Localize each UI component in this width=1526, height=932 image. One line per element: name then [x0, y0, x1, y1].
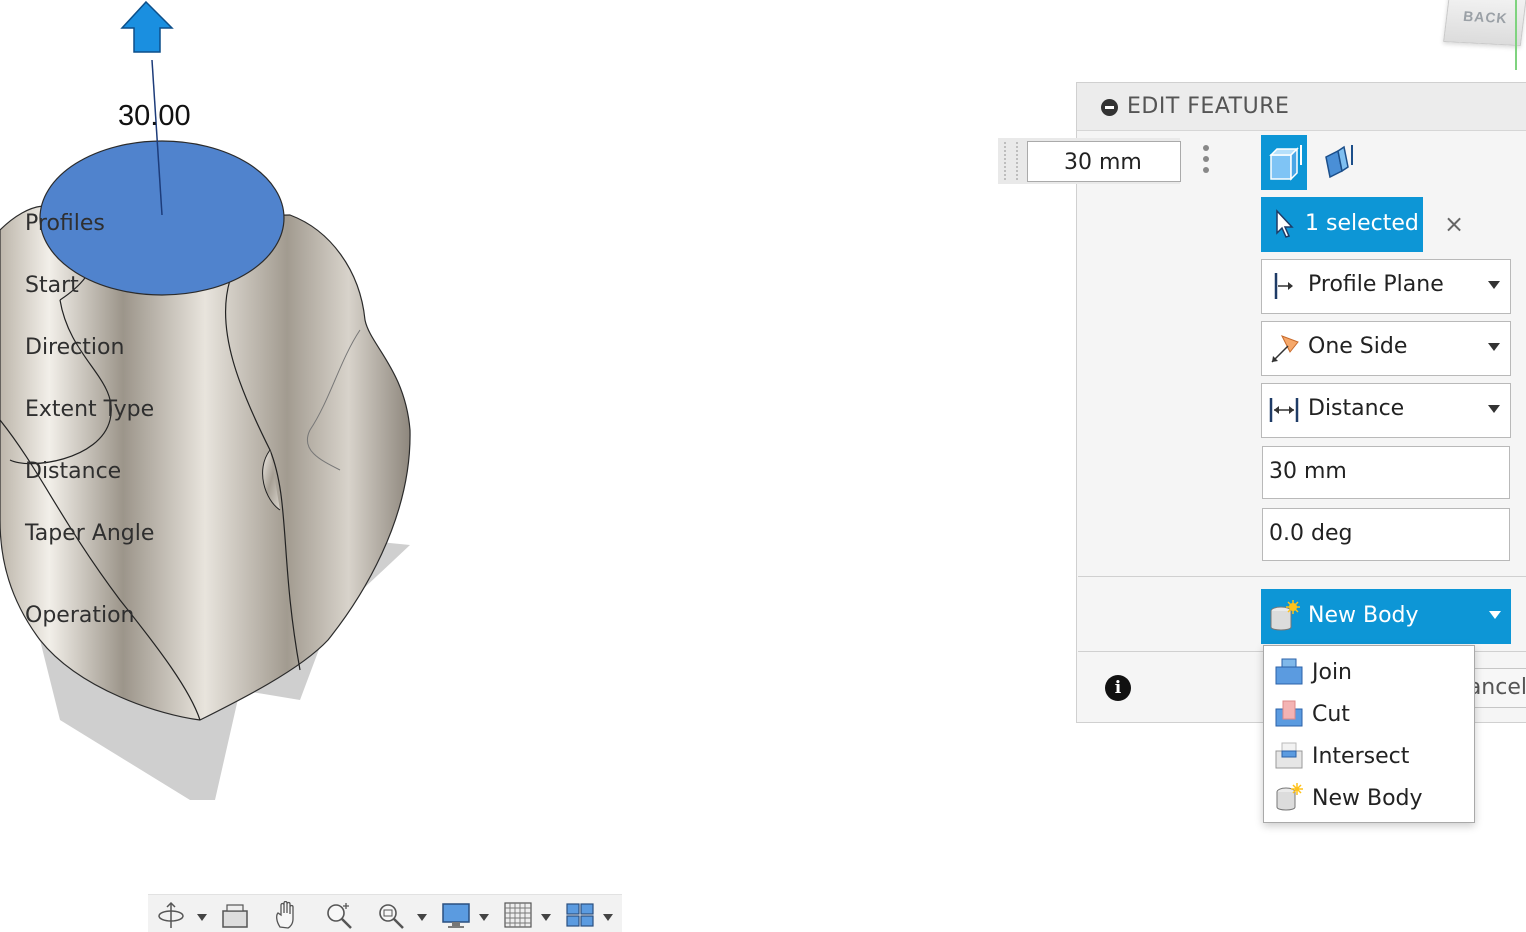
- chevron-down-icon[interactable]: [417, 914, 427, 921]
- thin-extrude-icon: [1325, 145, 1353, 179]
- menu-item-new-body[interactable]: New Body: [1264, 776, 1474, 818]
- panel-title: EDIT FEATURE: [1127, 94, 1290, 119]
- chevron-down-icon[interactable]: [541, 914, 551, 921]
- menu-item-label: Join: [1312, 660, 1353, 685]
- grid-settings-icon[interactable]: [503, 901, 533, 929]
- more-options-icon[interactable]: [1203, 145, 1211, 177]
- extent-type-value: Distance: [1308, 396, 1405, 421]
- view-cube[interactable]: BACK: [1443, 0, 1526, 47]
- chevron-down-icon[interactable]: [197, 914, 207, 921]
- operation-dropdown[interactable]: New Body: [1261, 589, 1511, 644]
- operation-label: Operation: [25, 603, 135, 628]
- profile-plane-icon: [1274, 273, 1293, 299]
- chevron-down-icon: [1488, 405, 1500, 413]
- clear-selection-icon[interactable]: ×: [1444, 210, 1464, 238]
- zoom-window-icon[interactable]: [376, 901, 406, 929]
- panel-header[interactable]: EDIT FEATURE: [1077, 83, 1526, 131]
- extrude-solid-button[interactable]: [1261, 135, 1307, 190]
- y-axis-indicator: [1515, 0, 1517, 70]
- distance-label: Distance: [25, 459, 122, 484]
- pan-icon[interactable]: [272, 901, 302, 929]
- drag-grip-icon[interactable]: [1004, 142, 1018, 180]
- operation-value: New Body: [1308, 603, 1419, 628]
- info-icon[interactable]: i: [1105, 675, 1131, 701]
- chevron-down-icon[interactable]: [479, 914, 489, 921]
- profiles-selection-count: 1 selected: [1305, 211, 1419, 236]
- profiles-select-button[interactable]: 1 selected: [1261, 197, 1423, 252]
- menu-item-label: Intersect: [1312, 744, 1410, 769]
- extrude-thin-button[interactable]: [1318, 135, 1364, 190]
- look-at-icon[interactable]: [220, 901, 250, 929]
- direction-label: Direction: [25, 335, 125, 360]
- menu-item-cut[interactable]: Cut: [1264, 692, 1474, 734]
- distance-input[interactable]: 30 mm: [1262, 446, 1510, 499]
- menu-item-join[interactable]: Join: [1264, 650, 1474, 692]
- chevron-down-icon[interactable]: [603, 914, 613, 921]
- navigation-toolbar: [148, 894, 622, 932]
- distance-dimension-label[interactable]: 30.00: [118, 100, 191, 133]
- section-divider: [1078, 576, 1526, 577]
- floating-distance-input[interactable]: 30 mm: [1027, 141, 1181, 182]
- one-side-icon: [1271, 335, 1299, 363]
- join-icon: [1275, 658, 1303, 685]
- viewports-icon[interactable]: [565, 901, 595, 929]
- distance-extent-icon: [1269, 398, 1299, 422]
- cursor-arrow-icon: [1276, 209, 1294, 238]
- extent-type-dropdown[interactable]: Distance: [1261, 383, 1511, 438]
- new-body-icon: [1270, 600, 1300, 631]
- cancel-label: ancel: [1467, 675, 1526, 700]
- collapse-icon[interactable]: [1101, 99, 1118, 116]
- menu-item-intersect[interactable]: Intersect: [1264, 734, 1474, 776]
- display-settings-icon[interactable]: [441, 901, 471, 929]
- taper-angle-label: Taper Angle: [25, 521, 155, 546]
- solid-extrude-icon: [1269, 145, 1302, 181]
- start-value: Profile Plane: [1308, 272, 1444, 297]
- direction-value: One Side: [1308, 334, 1408, 359]
- start-dropdown[interactable]: Profile Plane: [1261, 259, 1511, 314]
- intersect-icon: [1275, 742, 1303, 769]
- model-canvas[interactable]: [0, 0, 1000, 932]
- direction-dropdown[interactable]: One Side: [1261, 321, 1511, 376]
- profiles-label: Profiles: [25, 211, 105, 236]
- menu-item-label: Cut: [1312, 702, 1350, 727]
- distance-manipulator-arrow: [120, 0, 174, 53]
- extent-type-label: Extent Type: [25, 397, 155, 422]
- cut-icon: [1275, 700, 1303, 727]
- taper-angle-input[interactable]: 0.0 deg: [1262, 508, 1510, 561]
- chevron-down-icon: [1489, 611, 1501, 619]
- zoom-icon[interactable]: [324, 901, 354, 929]
- menu-item-label: New Body: [1312, 786, 1423, 811]
- chevron-down-icon: [1488, 343, 1500, 351]
- start-label: Start: [25, 273, 79, 298]
- new-body-icon: [1276, 783, 1303, 811]
- chevron-down-icon: [1488, 281, 1500, 289]
- orbit-icon[interactable]: [156, 901, 186, 929]
- view-cube-face-label: BACK: [1462, 7, 1509, 27]
- operation-menu: Join Cut Intersect New Body: [1263, 645, 1475, 823]
